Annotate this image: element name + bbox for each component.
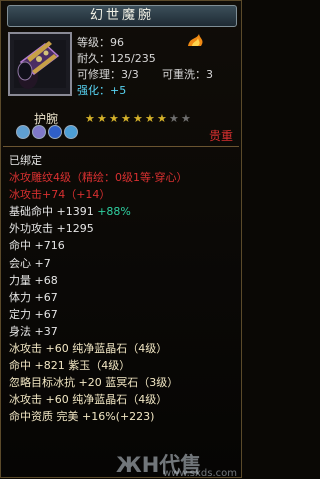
stamina-line: 体力 +67 [9,290,58,304]
repairable-text: 可修理：3/3 [77,68,139,81]
star-empty-icon: ★ [181,112,191,125]
divider [3,146,239,147]
level-text: 等级：96 [77,36,124,49]
gem-line: 命中 +821 紫玉（4级） [9,359,131,373]
hit-aptitude-line: 命中资质 完美 +16%(+223) [9,410,155,424]
item-tooltip: 幻世魔腕 等级：96 耐久：125/235 可修理：3/3 可重洗：3 强化：+… [0,0,242,479]
star-empty-icon: ★ [169,112,179,125]
rarity-label: 贵重 [209,129,234,143]
ice-attack-line: 冰攻击+74（+14） [9,188,111,202]
site-url-watermark: www.sxds.com [163,468,238,479]
star-icon: ★ [85,112,95,125]
star-icon: ★ [109,112,119,125]
gem-line: 忽略目标冰抗 +20 蓝冥石（3级） [9,376,179,390]
hit-line: 命中 +716 [9,239,65,253]
gem-socket-icon [64,125,78,139]
bound-status: 已绑定 [9,154,42,167]
base-hit-line: 基础命中 +1391 +88% [9,203,188,220]
crit-line: 会心 +7 [9,256,51,270]
gem-line: 冰攻击 +60 纯净蓝晶石（4级） [9,393,168,407]
bracer-icon [14,40,66,89]
star-icon: ★ [133,112,143,125]
gem-socket-icon [16,125,30,139]
gem-line: 冰攻击 +60 纯净蓝晶石（4级） [9,342,168,356]
item-icon [8,32,72,96]
rewashable-text: 可重洗：3 [162,68,213,81]
external-attack-line: 外功攻击 +1295 [9,222,94,236]
attribute-list: 已绑定 冰攻雕纹4级（精绘：0级1等·穿心） 冰攻击+74（+14） 基础命中 … [9,152,188,426]
strength-line: 力量 +68 [9,273,58,287]
base-hit-label: 基础命中 +1391 [9,205,98,219]
star-icon: ★ [121,112,131,125]
gem-socket-icon [48,125,62,139]
durability-text: 耐久：125/235 [77,52,156,65]
base-hit-bonus: +88% [97,205,131,219]
composure-line: 定力 +67 [9,307,58,321]
star-icon: ★ [97,112,107,125]
fire-icon [188,34,203,46]
gem-socket-icon [32,125,46,139]
enhance-text: 强化：+5 [77,84,127,97]
carving-line: 冰攻雕纹4级（精绘：0级1等·穿心） [9,171,188,185]
agility-line: 身法 +37 [9,324,58,338]
star-icon: ★ [145,112,155,125]
star-icon: ★ [157,112,167,125]
item-title: 幻世魔腕 [7,5,237,27]
